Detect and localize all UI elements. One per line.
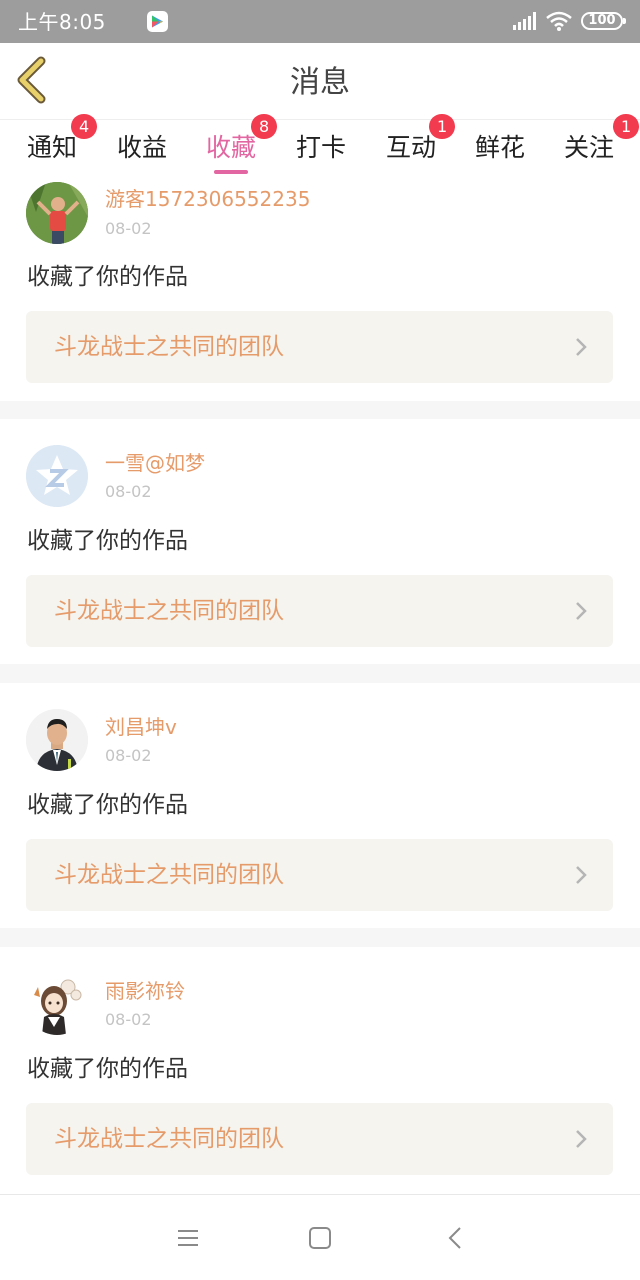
work-title: 斗龙战士之共同的团队 — [54, 862, 284, 888]
home-button[interactable] — [305, 1223, 335, 1253]
tab-badge: 1 — [613, 114, 640, 139]
status-time: 上午8:05 — [18, 10, 106, 34]
action-text: 收藏了你的作品 — [27, 792, 188, 818]
battery-icon: 100 — [581, 12, 626, 30]
post-date: 08-02 — [105, 219, 152, 238]
user-name[interactable]: 刘昌坤v — [105, 714, 177, 740]
app-header: 消息 — [0, 43, 640, 120]
tab-interactions[interactable]: 互动 1 — [385, 114, 456, 172]
chevron-right-icon — [576, 602, 587, 620]
tab-label: 打卡 — [295, 133, 346, 162]
action-text: 收藏了你的作品 — [27, 528, 188, 554]
work-title: 斗龙战士之共同的团队 — [54, 598, 284, 624]
avatar[interactable] — [26, 973, 88, 1035]
work-link[interactable]: 斗龙战士之共同的团队 — [26, 1103, 613, 1175]
work-link[interactable]: 斗龙战士之共同的团队 — [26, 311, 613, 383]
chevron-right-icon — [576, 1130, 587, 1148]
tab-label: 收藏 — [205, 133, 256, 162]
tab-badge: 4 — [71, 114, 98, 139]
tab-label: 关注 — [563, 133, 614, 162]
tab-badge: 8 — [251, 114, 278, 139]
tab-label: 收益 — [116, 133, 167, 162]
play-store-icon — [147, 11, 168, 32]
post-date: 08-02 — [105, 482, 152, 501]
user-name[interactable]: 一雪@如梦 — [105, 450, 205, 476]
status-bar: 上午8:05 100 — [0, 0, 640, 43]
tab-earnings[interactable]: 收益 — [116, 128, 168, 172]
work-link[interactable]: 斗龙战士之共同的团队 — [26, 839, 613, 911]
list-item: 雨影祢铃 08-02 收藏了你的作品 斗龙战士之共同的团队 — [0, 947, 640, 1194]
back-arrow-icon — [448, 1227, 461, 1249]
page-title: 消息 — [290, 65, 350, 100]
work-title: 斗龙战士之共同的团队 — [54, 1126, 284, 1152]
avatar[interactable] — [26, 445, 88, 507]
system-back-button[interactable] — [440, 1223, 470, 1253]
tab-bar: 通知 4 收益 收藏 8 打卡 互动 1 鲜花 关注 1 — [0, 114, 640, 176]
tab-checkin[interactable]: 打卡 — [295, 128, 347, 172]
user-name[interactable]: 雨影祢铃 — [105, 978, 185, 1004]
tab-favorites[interactable]: 收藏 8 — [205, 114, 278, 174]
avatar[interactable] — [26, 182, 88, 244]
post-date: 08-02 — [105, 1010, 152, 1029]
active-tab-indicator — [214, 170, 248, 174]
user-name[interactable]: 游客1572306552235 — [105, 186, 310, 212]
list-item: 一雪@如梦 08-02 收藏了你的作品 斗龙战士之共同的团队 — [0, 419, 640, 664]
wifi-icon — [546, 11, 572, 35]
signal-icon — [513, 12, 539, 34]
tab-label: 通知 — [26, 133, 77, 162]
menu-button[interactable] — [173, 1223, 203, 1253]
chevron-right-icon — [576, 866, 587, 884]
action-text: 收藏了你的作品 — [27, 264, 188, 290]
tab-badge: 1 — [429, 114, 456, 139]
avatar[interactable] — [26, 709, 88, 771]
tab-follows[interactable]: 关注 1 — [563, 114, 640, 172]
chevron-right-icon — [576, 338, 587, 356]
list-item: 刘昌坤v 08-02 收藏了你的作品 斗龙战士之共同的团队 — [0, 683, 640, 928]
system-nav-bar — [0, 1194, 640, 1280]
tab-label: 鲜花 — [474, 133, 525, 162]
tab-label: 互动 — [385, 133, 436, 162]
list-item: 游客1572306552235 08-02 收藏了你的作品 斗龙战士之共同的团队 — [0, 176, 640, 401]
square-icon — [309, 1227, 331, 1249]
action-text: 收藏了你的作品 — [27, 1056, 188, 1082]
work-title: 斗龙战士之共同的团队 — [54, 334, 284, 360]
tab-flowers[interactable]: 鲜花 — [474, 128, 526, 172]
menu-icon — [178, 1230, 198, 1246]
tab-notifications[interactable]: 通知 4 — [26, 114, 98, 172]
work-link[interactable]: 斗龙战士之共同的团队 — [26, 575, 613, 647]
post-date: 08-02 — [105, 746, 152, 765]
